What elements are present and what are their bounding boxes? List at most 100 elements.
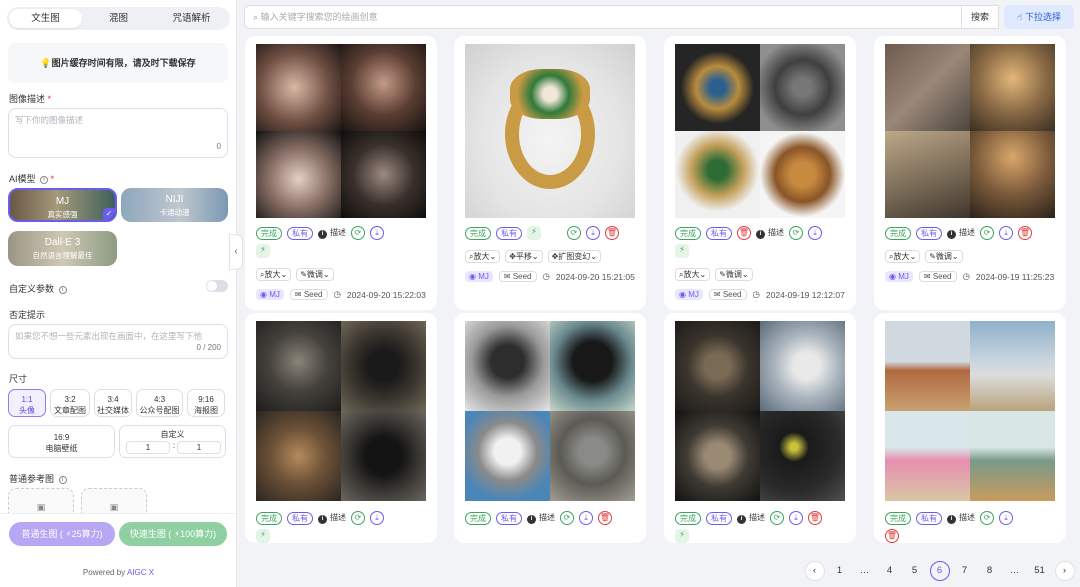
finetune-dropdown[interactable]: ✎微调⌄ <box>925 249 963 263</box>
description-input[interactable]: 写下你的图像描述 0 <box>8 108 228 158</box>
collapse-sidebar-button[interactable]: ‹ <box>229 234 243 270</box>
delete-icon[interactable]: 🗑 <box>1018 226 1032 240</box>
delete-icon[interactable]: 🗑 <box>737 226 751 240</box>
describe-button[interactable]: i 描述 <box>318 227 346 239</box>
custom-width-input[interactable]: 1 <box>126 441 170 454</box>
download-icon[interactable]: ⤓ <box>370 226 384 240</box>
zoom-dropdown[interactable]: ⌕放大⌄ <box>675 267 711 281</box>
private-badge[interactable]: 私有 <box>287 511 313 525</box>
dropdown-select-button[interactable]: ☝ 下拉选择 <box>1004 5 1074 29</box>
delete-icon[interactable]: 🗑 <box>598 511 612 525</box>
generated-image[interactable] <box>465 321 635 501</box>
normal-generate-button[interactable]: 普通生图 ( ⚡25算力) <box>9 522 115 546</box>
bolt-icon[interactable]: ⚡ <box>675 529 689 543</box>
describe-button[interactable]: i 描述 <box>737 512 765 524</box>
size-3-4[interactable]: 3:4 社交媒体 <box>94 389 132 417</box>
page-4[interactable]: 4 <box>880 561 900 581</box>
size-custom[interactable]: 自定义 1 : 1 <box>119 425 226 458</box>
refresh-icon[interactable]: ⟳ <box>567 226 581 240</box>
private-badge[interactable]: 私有 <box>706 511 732 525</box>
private-badge[interactable]: 私有 <box>916 511 942 525</box>
search-button[interactable]: 搜索 <box>962 5 999 29</box>
tab-prompt-analysis[interactable]: 咒语解析 <box>155 9 228 28</box>
download-icon[interactable]: ⤓ <box>579 511 593 525</box>
page-1[interactable]: 1 <box>830 561 850 581</box>
seed-button[interactable]: ✉ Seed <box>498 271 537 282</box>
expand-dropdown[interactable]: ✥扩图变幻⌄ <box>547 249 601 263</box>
page-8[interactable]: 8 <box>980 561 1000 581</box>
download-icon[interactable]: ⤓ <box>999 511 1013 525</box>
private-badge[interactable]: 私有 <box>287 226 313 240</box>
size-16-9[interactable]: 16:9 电脑壁纸 <box>8 425 115 458</box>
describe-button[interactable]: i 描述 <box>947 227 975 239</box>
refresh-icon[interactable]: ⟳ <box>770 511 784 525</box>
download-icon[interactable]: ⤓ <box>586 226 600 240</box>
describe-button[interactable]: i 描述 <box>318 512 346 524</box>
negative-prompt-input[interactable]: 如果您不想一些元素出现在画面中，在这里写下他 0 / 200 <box>8 324 228 359</box>
download-icon[interactable]: ⤓ <box>999 226 1013 240</box>
custom-height-input[interactable]: 1 <box>177 441 221 454</box>
refresh-icon[interactable]: ⟳ <box>560 511 574 525</box>
zoom-dropdown[interactable]: ⌕放大⌄ <box>256 267 292 281</box>
bolt-icon[interactable]: ⚡ <box>527 226 541 240</box>
page-5[interactable]: 5 <box>905 561 925 581</box>
zoom-dropdown[interactable]: ⌕放大⌄ <box>465 249 501 263</box>
page-7[interactable]: 7 <box>955 561 975 581</box>
finetune-dropdown[interactable]: ✎微调⌄ <box>715 267 753 281</box>
prev-page-button[interactable]: ‹ <box>804 561 825 581</box>
download-icon[interactable]: ⤓ <box>789 511 803 525</box>
next-page-button[interactable]: › <box>1054 561 1075 581</box>
model-mj[interactable]: MJ 真实感强 ✓ <box>8 188 117 222</box>
powered-brand[interactable]: AIGC X <box>127 568 154 577</box>
describe-button[interactable]: i 描述 <box>527 512 555 524</box>
custom-params-toggle[interactable] <box>206 280 228 292</box>
page-ellipsis-right[interactable]: … <box>1005 561 1025 581</box>
pan-dropdown[interactable]: ✥平移⌄ <box>505 249 543 263</box>
refresh-icon[interactable]: ⟳ <box>351 511 365 525</box>
model-niji[interactable]: NIJI 卡通动漫 <box>121 188 228 222</box>
page-6-current[interactable]: 6 <box>929 561 950 581</box>
size-1-1[interactable]: 1:1 头像 <box>8 389 46 417</box>
size-4-3[interactable]: 4:3 公众号配图 <box>136 389 183 417</box>
size-3-2[interactable]: 3:2 文章配图 <box>50 389 90 417</box>
refresh-icon[interactable]: ⟳ <box>980 511 994 525</box>
fast-generate-button[interactable]: 快速生图 ( ⚡100算力) <box>119 522 227 546</box>
download-icon[interactable]: ⤓ <box>808 226 822 240</box>
generated-image[interactable] <box>885 44 1055 218</box>
generated-image[interactable] <box>885 321 1055 501</box>
bolt-icon[interactable]: ⚡ <box>256 244 270 258</box>
bolt-icon[interactable]: ⚡ <box>675 244 689 258</box>
delete-icon[interactable]: 🗑 <box>885 529 899 543</box>
private-badge[interactable]: 私有 <box>706 226 732 240</box>
private-badge[interactable]: 私有 <box>496 226 522 240</box>
private-badge[interactable]: 私有 <box>916 226 942 240</box>
seed-button[interactable]: ✉ Seed <box>708 289 747 300</box>
model-mj-name: MJ <box>55 196 70 207</box>
generated-image[interactable] <box>256 44 426 218</box>
page-51[interactable]: 51 <box>1030 561 1050 581</box>
generated-image[interactable] <box>675 44 845 218</box>
refresh-icon[interactable]: ⟳ <box>351 226 365 240</box>
model-dalle[interactable]: Dall-E 3 自然语言理解最佳 <box>8 231 117 266</box>
describe-button[interactable]: i 描述 <box>947 512 975 524</box>
generated-image[interactable] <box>256 321 426 501</box>
generated-image[interactable] <box>675 321 845 501</box>
tab-blend[interactable]: 混图 <box>82 9 155 28</box>
tab-text-to-image[interactable]: 文生图 <box>9 9 82 28</box>
search-input[interactable]: ⌕ 输入关键字搜索您的绘画创意 <box>244 5 962 29</box>
generated-image[interactable] <box>465 44 635 218</box>
seed-button[interactable]: ✉ Seed <box>918 271 957 282</box>
zoom-dropdown[interactable]: ⌕放大⌄ <box>885 249 921 263</box>
seed-button[interactable]: ✉ Seed <box>289 289 328 300</box>
bolt-icon[interactable]: ⚡ <box>256 529 270 543</box>
download-icon[interactable]: ⤓ <box>370 511 384 525</box>
refresh-icon[interactable]: ⟳ <box>980 226 994 240</box>
delete-icon[interactable]: 🗑 <box>808 511 822 525</box>
finetune-dropdown[interactable]: ✎微调⌄ <box>296 267 334 281</box>
refresh-icon[interactable]: ⟳ <box>789 226 803 240</box>
private-badge[interactable]: 私有 <box>496 511 522 525</box>
delete-icon[interactable]: 🗑 <box>605 226 619 240</box>
page-ellipsis-left[interactable]: … <box>855 561 875 581</box>
size-9-16[interactable]: 9:16 海报图 <box>187 389 225 417</box>
describe-button[interactable]: i 描述 <box>756 227 784 239</box>
